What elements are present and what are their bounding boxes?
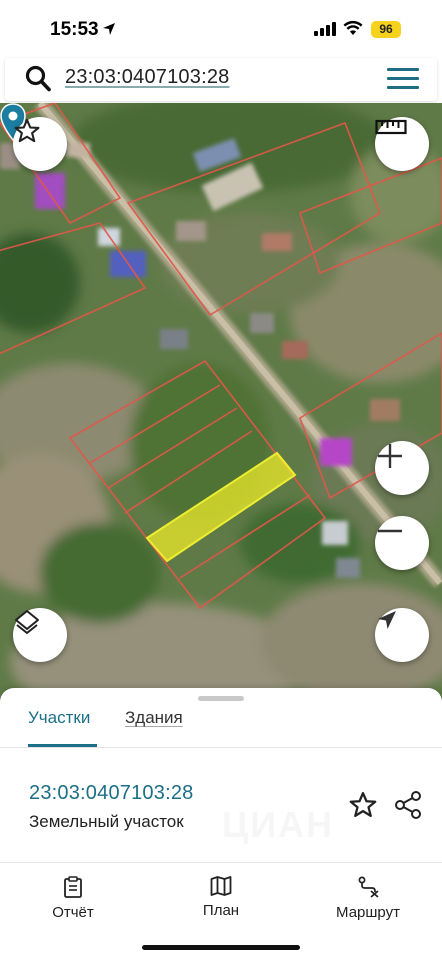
home-indicator <box>142 945 300 950</box>
parcel-type: Земельный участок <box>29 812 184 831</box>
layers-icon <box>15 610 39 634</box>
status-time: 15:53 <box>50 19 99 40</box>
sheet-drag-handle[interactable] <box>198 696 244 701</box>
nav-report-label: Отчёт <box>52 904 94 921</box>
route-icon <box>358 876 379 898</box>
battery-icon: 96 <box>371 21 401 38</box>
ruler-button[interactable] <box>375 117 429 171</box>
layers-button[interactable] <box>13 608 67 662</box>
wifi-icon <box>343 20 363 35</box>
favorite-map-button[interactable] <box>13 117 67 171</box>
nav-report[interactable]: Отчёт <box>18 876 128 921</box>
cellular-signal-icon <box>314 22 336 36</box>
locate-button[interactable] <box>375 608 429 662</box>
tab-parcels[interactable]: Участки <box>28 708 90 728</box>
ruler-icon <box>375 119 407 135</box>
search-icon[interactable] <box>25 65 51 93</box>
share-icon[interactable] <box>394 790 422 820</box>
card-divider <box>0 862 442 863</box>
status-bar: 15:53 96 <box>0 0 442 58</box>
nav-route[interactable]: Маршрут <box>313 876 423 921</box>
tab-buildings[interactable]: Здания <box>125 708 183 728</box>
search-bar: 23:03:0407103:28 <box>5 58 437 101</box>
watermark-logo: ЦИАН <box>222 804 334 846</box>
location-arrow-icon <box>103 23 115 35</box>
satellite-map[interactable] <box>0 103 442 703</box>
nav-plan[interactable]: План <box>166 876 276 919</box>
plus-icon <box>378 444 402 468</box>
nav-plan-label: План <box>202 902 240 919</box>
zoom-out-button[interactable] <box>375 516 429 570</box>
tabs-divider <box>0 747 442 748</box>
minus-icon <box>378 529 402 533</box>
menu-icon[interactable] <box>387 68 419 90</box>
star-icon[interactable] <box>348 790 378 820</box>
zoom-in-button[interactable] <box>375 441 429 495</box>
parcel-bottom-sheet: Участки Здания ЦИАН 23:03:0407103:28 Зем… <box>0 688 442 960</box>
map-book-icon <box>210 876 232 896</box>
navigation-arrow-icon <box>378 611 396 629</box>
parcel-number[interactable]: 23:03:0407103:28 <box>29 782 193 805</box>
nav-route-label: Маршрут <box>336 904 400 921</box>
star-icon <box>14 118 40 143</box>
search-input[interactable]: 23:03:0407103:28 <box>65 66 229 89</box>
report-icon <box>64 876 82 898</box>
